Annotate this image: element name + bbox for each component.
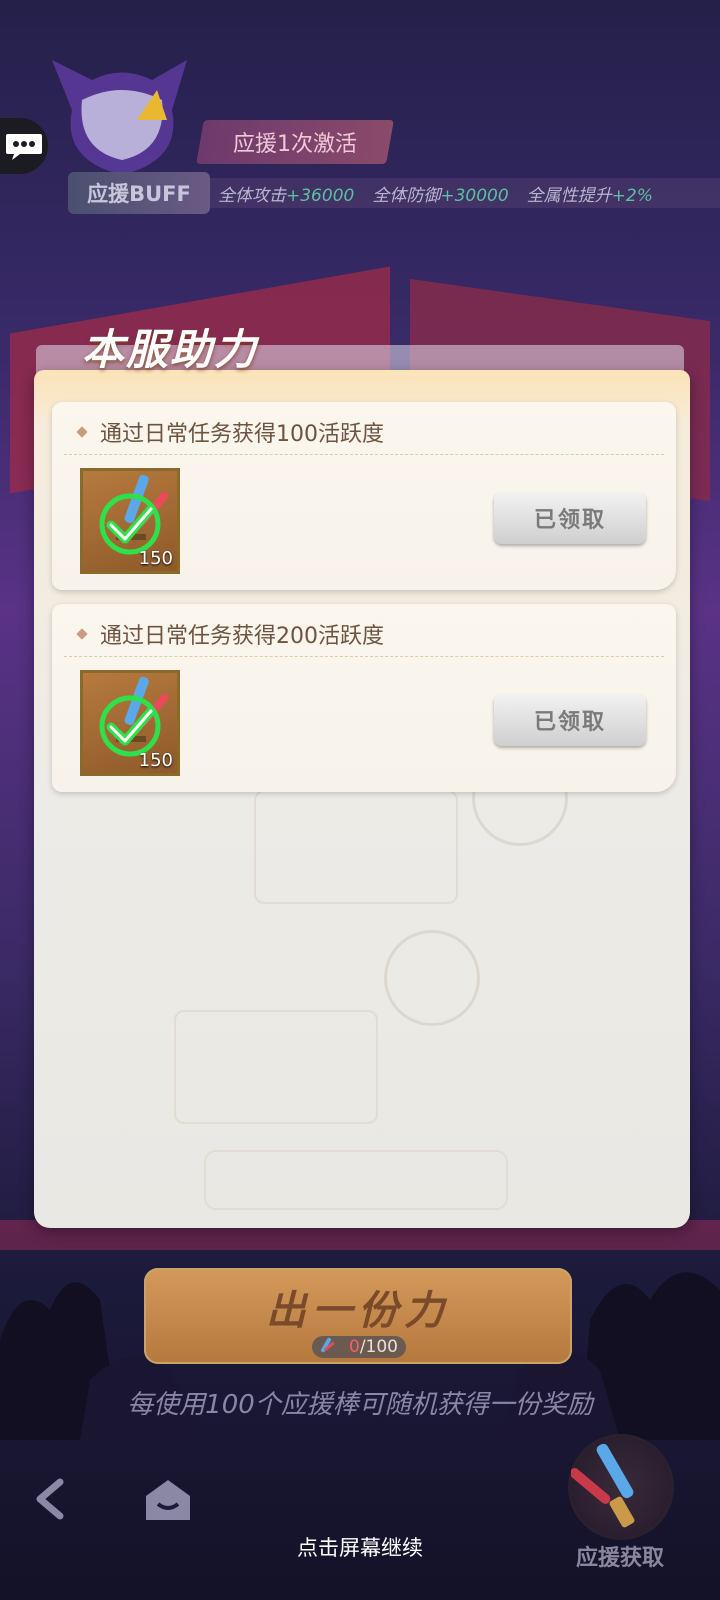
task-title-row: 通过日常任务获得100活跃度 [76, 416, 384, 448]
back-arrow-icon[interactable] [28, 1474, 78, 1524]
buff-stat-value: +2% [611, 185, 653, 206]
ghost-box [254, 790, 458, 904]
divider [64, 454, 664, 455]
item-count: 150 [138, 750, 173, 771]
chat-bubble-icon [6, 134, 42, 160]
task-card: 通过日常任务获得200活跃度 150 已领取 [52, 604, 676, 792]
task-card: 通过日常任务获得100活跃度 150 已领取 [52, 402, 676, 590]
support-acquire-button[interactable] [568, 1434, 674, 1540]
buff-label: 应援BUFF [68, 172, 210, 214]
claimed-button[interactable]: 已领取 [494, 492, 646, 544]
buff-stat-value: +36000 [286, 185, 355, 206]
progress-current: 0 [348, 1337, 360, 1357]
ghost-box [174, 1010, 378, 1124]
ghost-button [204, 1150, 508, 1210]
reward-item[interactable]: 150 [80, 670, 180, 776]
contribute-label: 出一份力 [266, 1287, 450, 1334]
buff-stat-name: 全体防御 [372, 185, 441, 206]
glowstick-progress: 0/100 [312, 1336, 406, 1358]
ghost-circle [384, 930, 480, 1026]
reward-item[interactable]: 150 [80, 468, 180, 574]
buff-stat-name: 全属性提升 [526, 185, 612, 206]
buff-stat: 全属性提升+2% [527, 181, 653, 206]
task-title: 通过日常任务获得100活跃度 [100, 422, 384, 447]
home-icon[interactable] [140, 1474, 196, 1524]
buff-stat: 全体攻击+36000 [218, 181, 354, 206]
task-title-row: 通过日常任务获得200活跃度 [76, 618, 384, 650]
reward-hint: 每使用100个应援棒可随机获得一份奖励 [127, 1390, 593, 1420]
panel-title: 本服助力 [82, 325, 259, 374]
buff-stat: 全体防御+30000 [372, 181, 508, 206]
cat-emblem-icon [52, 60, 187, 175]
buff-stat-value: +30000 [440, 185, 509, 206]
glowstick-large-icon [569, 1443, 635, 1528]
item-count: 150 [138, 548, 173, 569]
progress-total: /100 [359, 1337, 398, 1357]
buff-stats: 全体攻击+36000 全体防御+30000 全属性提升+2% [210, 178, 720, 208]
claimed-button[interactable]: 已领取 [494, 694, 646, 746]
support-acquire-label: 应援获取 [575, 1546, 664, 1571]
buff-stat-name: 全体攻击 [218, 185, 286, 206]
glowstick-small-icon [321, 1337, 335, 1353]
diamond-bullet-icon [76, 628, 88, 640]
buff-activation-banner: 应援1次激活 [196, 120, 394, 164]
task-title: 通过日常任务获得200活跃度 [100, 624, 384, 649]
chat-button[interactable] [0, 118, 48, 174]
buff-activation-title: 应援1次激活 [233, 132, 357, 157]
divider [64, 656, 664, 657]
diamond-bullet-icon [76, 426, 88, 438]
contribute-button[interactable]: 出一份力 0/100 [144, 1268, 572, 1364]
